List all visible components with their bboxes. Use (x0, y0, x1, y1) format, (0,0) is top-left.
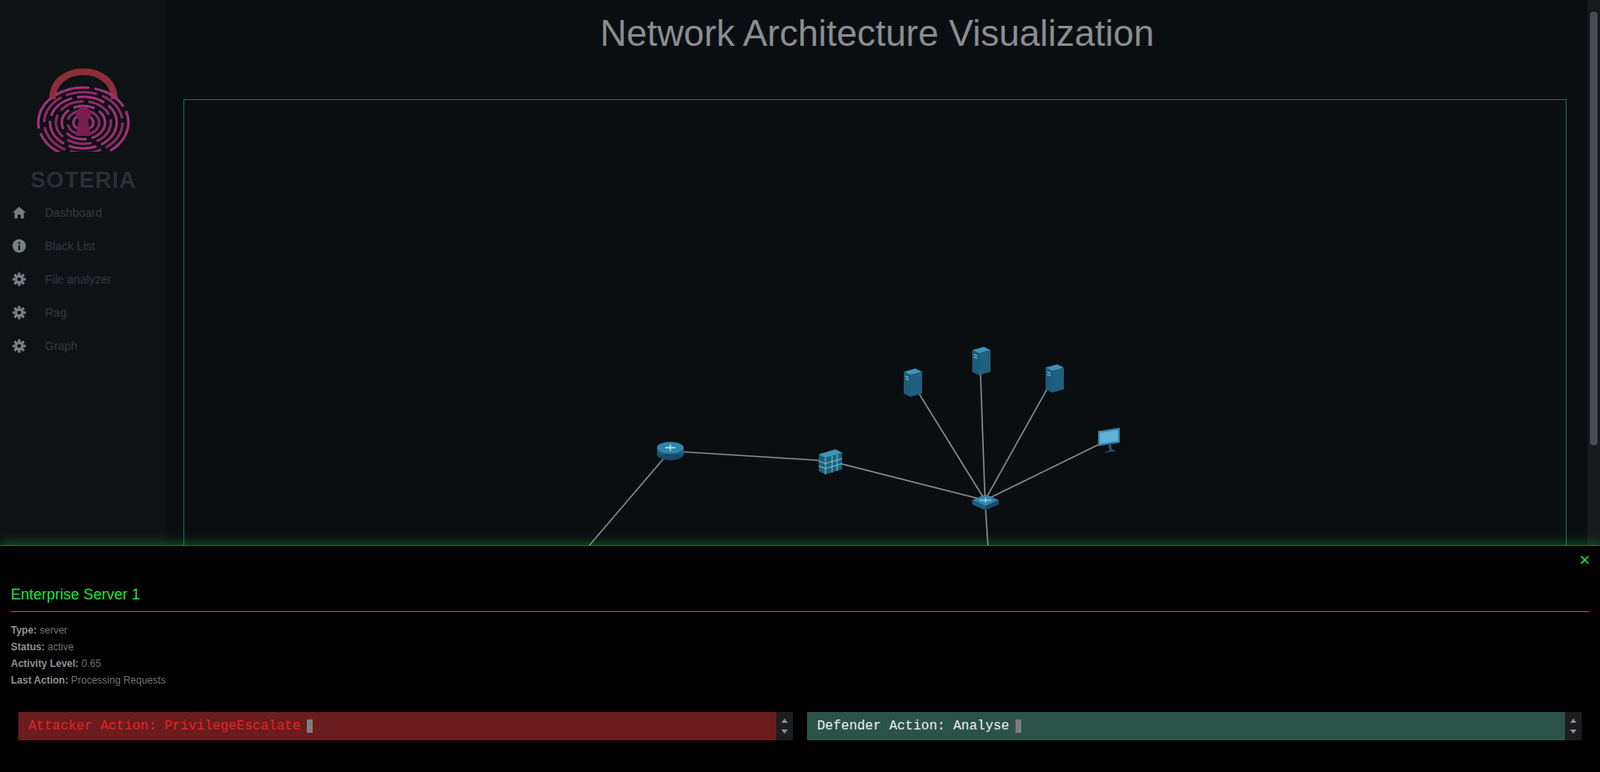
detail-row: Activity Level: 0.65 (10, 655, 1590, 673)
defender-action-box[interactable]: Defender Action: Analyse (807, 712, 1582, 741)
detail-row: Last Action: Processing Requests (10, 672, 1590, 689)
network-node[interactable] (1093, 422, 1127, 457)
sidebar-item[interactable]: Black List (0, 229, 167, 263)
text-cursor (1015, 719, 1022, 733)
network-node[interactable] (895, 365, 929, 399)
detail-value: Processing Requests (70, 674, 166, 687)
sidebar-item[interactable]: Dashboard (0, 195, 167, 230)
network-node[interactable] (963, 343, 998, 377)
gear-icon (11, 305, 27, 321)
info-icon (11, 238, 27, 254)
detail-label: Type: (10, 624, 37, 637)
sidebar-item[interactable]: File analyzer (0, 262, 167, 296)
detail-value: active (47, 641, 74, 653)
down-arrow-icon[interactable] (781, 729, 788, 734)
close-button[interactable]: × (1579, 551, 1590, 570)
detail-label: Status: (10, 641, 46, 653)
network-node[interactable] (813, 444, 848, 478)
switch-icon (968, 483, 1003, 517)
attacker-action-text: Attacker Action: PrivilegeEscalate (28, 718, 301, 734)
sidebar-item[interactable]: Rag (0, 295, 167, 330)
node-details: Type: serverStatus: activeActivity Level… (0, 611, 1600, 689)
home-icon (11, 205, 27, 221)
firewall-icon (813, 444, 848, 478)
detail-value: 0.65 (81, 657, 101, 670)
sidebar-item[interactable]: Graph (0, 329, 167, 363)
detail-row: Status: active (10, 638, 1590, 656)
panel-title: Enterprise Server 1 (10, 569, 1590, 612)
sidebar-item-label: Black List (45, 239, 96, 253)
sidebar-item-label: Graph (45, 339, 78, 353)
text-cursor (306, 719, 313, 733)
server-icon (963, 343, 998, 377)
detail-label: Activity Level: (10, 657, 79, 670)
details-panel: ×Enterprise Server 1 Type: serverStatus: … (0, 545, 1600, 772)
network-node[interactable] (653, 434, 688, 468)
scroll-spinner[interactable] (1564, 712, 1582, 741)
network-node[interactable] (968, 483, 1003, 517)
sidebar-nav: Dashboard Black List File analyzer Rag Graph (0, 195, 167, 363)
up-arrow-icon[interactable] (1569, 718, 1577, 723)
detail-row: Type: server (10, 621, 1590, 639)
scrollbar-thumb[interactable] (1589, 11, 1598, 446)
sidebar-item-label: Rag (45, 305, 67, 320)
workstation-icon (1093, 422, 1127, 457)
router-icon (653, 434, 688, 468)
up-arrow-icon[interactable] (781, 718, 788, 723)
sidebar-item-label: Dashboard (45, 205, 103, 220)
page-title: Network Architecture Visualization (166, 12, 1588, 55)
defender-action-text: Defender Action: Analyse (817, 718, 1009, 734)
gear-icon (11, 338, 27, 354)
detail-label: Last Action: (10, 674, 69, 687)
soteria-logo-icon (29, 55, 138, 152)
attacker-action-box[interactable]: Attacker Action: PrivilegeEscalate (18, 712, 793, 741)
detail-value: server (39, 624, 67, 637)
server-icon (895, 365, 929, 399)
down-arrow-icon[interactable] (1569, 729, 1577, 734)
server-icon (1037, 361, 1071, 395)
sidebar-item-label: File analyzer (45, 272, 111, 286)
logo (0, 0, 167, 152)
network-node[interactable] (1037, 361, 1071, 395)
logo-text: SOTERIA (0, 166, 167, 194)
scroll-spinner[interactable] (776, 712, 793, 741)
gear-icon (11, 271, 27, 287)
